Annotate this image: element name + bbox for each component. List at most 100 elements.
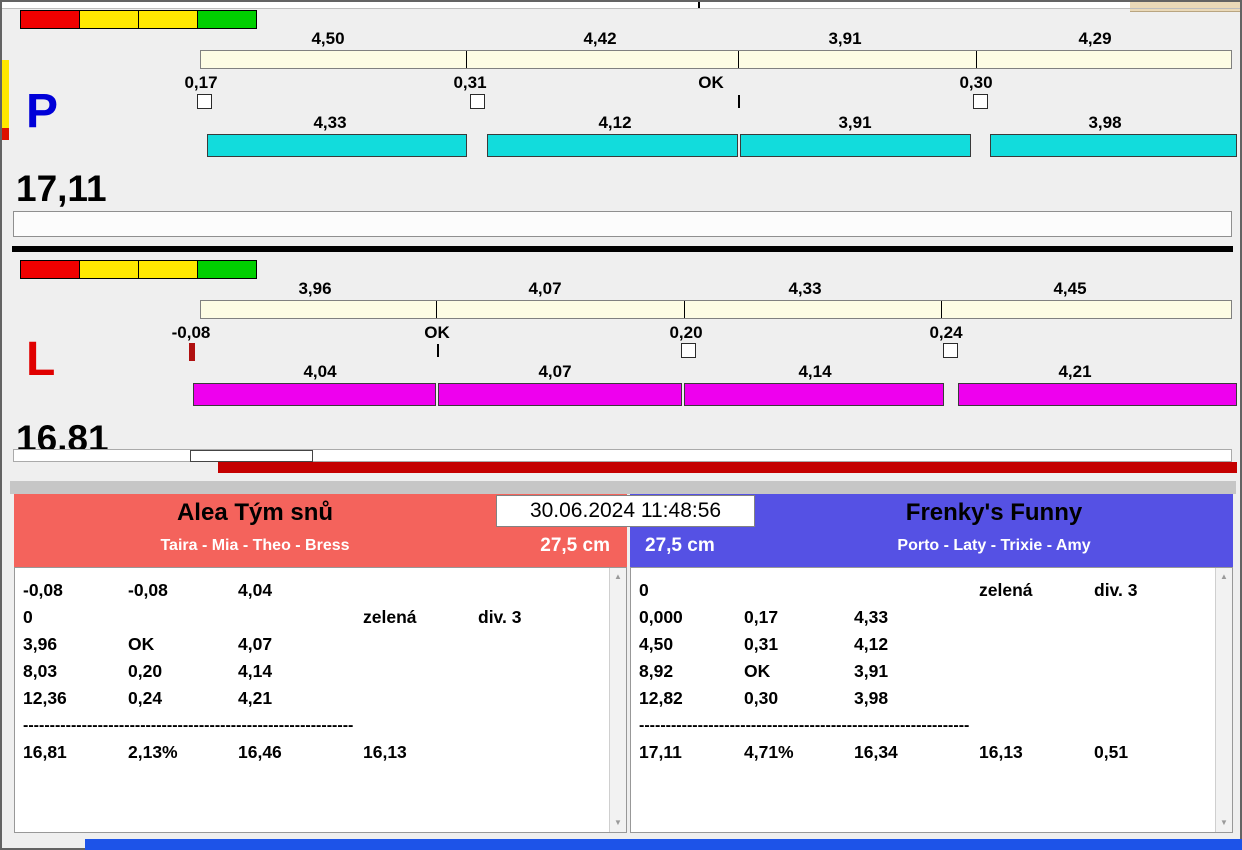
p-ruler-value: 4,42	[583, 29, 617, 48]
left-panel-scrollbar[interactable]: ▲ ▼	[609, 568, 626, 832]
taskbar-strip[interactable]	[85, 839, 1242, 850]
result-row: 8,92 OK 3,91	[639, 658, 1212, 685]
l-split-checkbox[interactable]	[681, 343, 696, 358]
l-ruler-value: 3,96	[298, 279, 332, 298]
left-edge-red-strip	[2, 128, 9, 140]
right-panel-scrollbar[interactable]: ▲ ▼	[1215, 568, 1232, 832]
result-cell: 8,03	[23, 661, 58, 681]
result-cell: 0,17	[744, 607, 779, 627]
traffic-red-segment	[20, 260, 80, 279]
right-results-rows: 0 zelená div. 3 0,000 0,17 4,33 4,50 0,3…	[639, 577, 1212, 766]
result-cell: 0,20	[128, 661, 163, 681]
traffic-yellow-segment	[79, 260, 139, 279]
p-split-checkbox[interactable]	[973, 94, 988, 109]
result-cell: 4,04	[238, 580, 273, 600]
result-cell: 3,96	[23, 634, 58, 654]
result-cell: 0,24	[128, 688, 163, 708]
l-ruler-value: 4,07	[528, 279, 562, 298]
scroll-down-icon[interactable]: ▼	[610, 815, 626, 831]
left-team-members: Taira - Mia - Theo - Bress	[160, 537, 350, 554]
result-cell: 0	[23, 607, 33, 627]
ruler-tick	[466, 51, 467, 68]
result-cell: 4,07	[238, 634, 273, 654]
result-cell: zelená	[979, 580, 1033, 600]
result-cell: 0,30	[744, 688, 779, 708]
traffic-yellow-segment	[138, 10, 198, 29]
result-cell: 12,82	[639, 688, 683, 708]
l-split-value: -0,08	[171, 323, 211, 342]
result-cell: -0,08	[23, 580, 63, 600]
l-progress-box	[190, 450, 313, 462]
summary-cell: 4,71%	[744, 742, 794, 762]
l-segment-value: 4,14	[798, 362, 832, 381]
summary-cell: 16,13	[979, 742, 1023, 762]
l-split-value: 0,20	[669, 323, 703, 342]
ruler-tick	[436, 301, 437, 318]
p-split-value: OK	[698, 73, 724, 92]
l-traffic-light	[20, 260, 257, 279]
p-segment-value: 4,12	[598, 113, 632, 132]
result-cell: 0,31	[744, 634, 779, 654]
ruler-tick	[976, 51, 977, 68]
l-ruler-value: 4,45	[1053, 279, 1087, 298]
p-split-value: 0,17	[184, 73, 218, 92]
scroll-down-icon[interactable]: ▼	[1216, 815, 1232, 831]
l-segment-value: 4,07	[538, 362, 572, 381]
result-cell: 0,000	[639, 607, 683, 627]
scoreboard-top-band	[10, 481, 1236, 494]
p-split-checkbox[interactable]	[197, 94, 212, 109]
result-cell: 0	[639, 580, 649, 600]
p-ruler	[200, 50, 1232, 69]
left-edge-yellow-strip	[2, 60, 9, 128]
p-segment-value: 4,33	[313, 113, 347, 132]
summary-cell: 16,46	[238, 742, 282, 762]
left-results-rows: -0,08 -0,08 4,04 0 zelená div. 3 3,96 OK…	[23, 577, 606, 766]
summary-cell: 0,51	[1094, 742, 1129, 762]
p-segment-bar	[740, 134, 971, 157]
p-segment-bar	[207, 134, 467, 157]
summary-cell: 2,13%	[128, 742, 178, 762]
result-row: -0,08 -0,08 4,04	[23, 577, 606, 604]
l-progress-bar	[218, 462, 1237, 473]
scroll-up-icon[interactable]: ▲	[1216, 569, 1232, 585]
l-ruler-value: 4,33	[788, 279, 822, 298]
p-segment-value: 3,98	[1088, 113, 1122, 132]
l-segment-bar	[193, 383, 436, 406]
p-split-checkbox[interactable]	[470, 94, 485, 109]
summary-row: 16,81 2,13% 16,46 16,13	[23, 739, 606, 766]
traffic-yellow-segment	[138, 260, 198, 279]
scroll-up-icon[interactable]: ▲	[610, 569, 626, 585]
separator-row: ----------------------------------------…	[639, 717, 970, 734]
right-team-members: Porto - Laty - Trixie - Amy	[897, 537, 1091, 554]
p-progress-track	[13, 211, 1232, 237]
window-inner-top-border	[2, 8, 1240, 9]
result-row: 12,82 0,30 3,98	[639, 685, 1212, 712]
section-divider	[12, 246, 1233, 252]
l-ruler	[200, 300, 1232, 319]
result-cell: 3,98	[854, 688, 889, 708]
l-segment-value: 4,21	[1058, 362, 1092, 381]
result-cell: OK	[744, 661, 771, 681]
result-cell: 4,50	[639, 634, 674, 654]
p-segment-bar	[990, 134, 1237, 157]
p-lane-letter: P	[26, 85, 59, 138]
p-split-value: 0,31	[453, 73, 487, 92]
result-row: 3,96 OK 4,07	[23, 631, 606, 658]
result-cell: 8,92	[639, 661, 674, 681]
result-cell: -0,08	[128, 580, 168, 600]
p-traffic-light	[20, 10, 257, 29]
p-ruler-value: 4,50	[311, 29, 345, 48]
l-segment-value: 4,04	[303, 362, 337, 381]
l-split-checkbox[interactable]	[943, 343, 958, 358]
l-segment-bar	[684, 383, 944, 406]
result-cell: 3,91	[854, 661, 889, 681]
result-cell: OK	[128, 634, 155, 654]
result-cell: 4,12	[854, 634, 889, 654]
traffic-green-segment	[197, 260, 257, 279]
l-split-tick	[437, 344, 439, 357]
result-row: 0 zelená div. 3	[23, 604, 606, 631]
l-split-value: 0,24	[929, 323, 963, 342]
left-team-name: Alea Tým snů	[176, 499, 334, 526]
summary-cell: 16,81	[23, 742, 67, 762]
separator-row: ----------------------------------------…	[23, 717, 354, 734]
